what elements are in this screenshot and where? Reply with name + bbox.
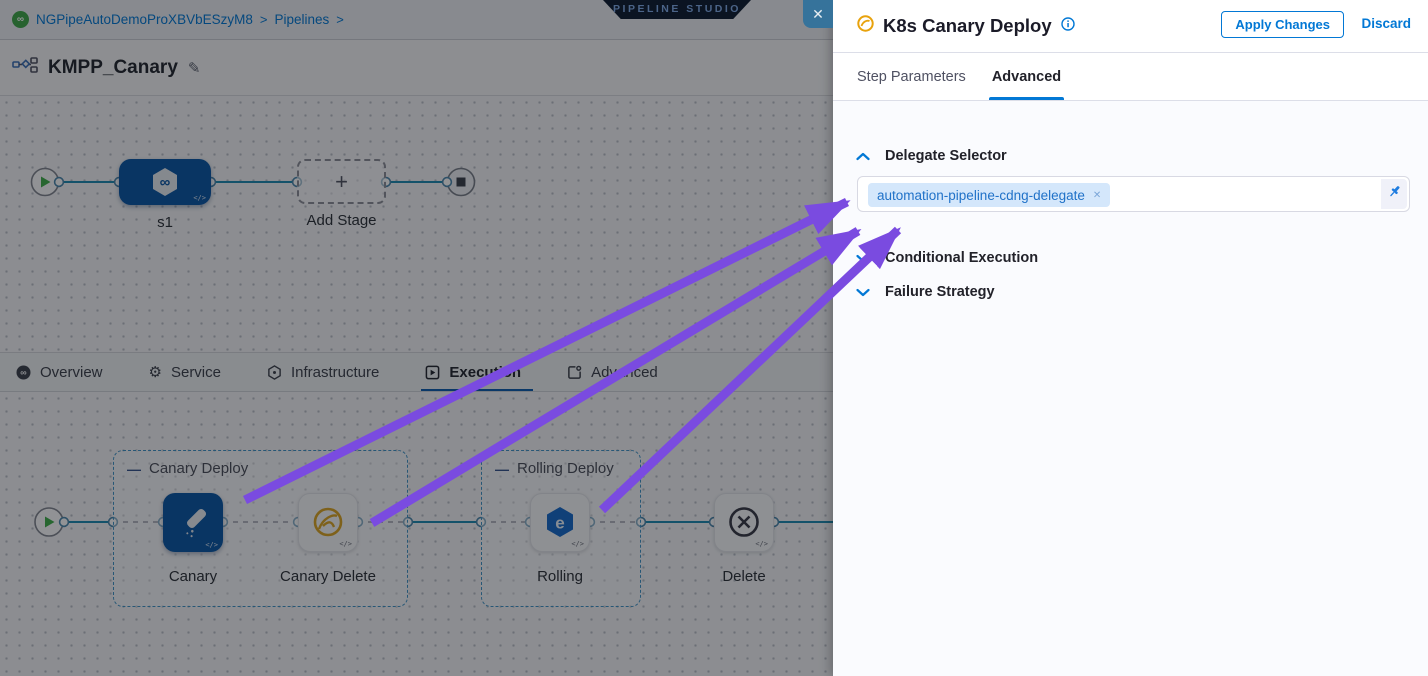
drawer-content: Delegate Selector automation-pipeline-cd… <box>833 101 1428 676</box>
tag-remove-icon[interactable]: ✕ <box>1093 190 1101 201</box>
drawer-header: K8s Canary Deploy Apply Changes Discard <box>833 0 1428 53</box>
discard-button[interactable]: Discard <box>1361 16 1411 31</box>
drawer-tab-bar: Step Parameters Advanced <box>833 53 1428 101</box>
chevron-down-icon[interactable] <box>856 288 870 297</box>
tab-step-parameters[interactable]: Step Parameters <box>857 53 966 100</box>
close-icon: ✕ <box>812 6 824 22</box>
chevron-down-icon[interactable] <box>856 254 870 263</box>
delegate-tag-text: automation-pipeline-cdng-delegate <box>877 188 1085 203</box>
info-icon[interactable] <box>1061 17 1075 36</box>
drawer-title: K8s Canary Deploy <box>883 15 1052 37</box>
section-label: Delegate Selector <box>885 148 1007 164</box>
section-delegate-selector[interactable]: Delegate Selector <box>856 148 1007 164</box>
drawer-close-button[interactable]: ✕ <box>803 0 833 28</box>
apply-changes-button[interactable]: Apply Changes <box>1221 11 1344 38</box>
pin-button[interactable] <box>1381 179 1407 209</box>
tab-advanced[interactable]: Advanced <box>992 53 1061 100</box>
step-config-drawer: K8s Canary Deploy Apply Changes Discard … <box>833 0 1428 676</box>
section-label: Conditional Execution <box>885 250 1038 266</box>
pipeline-studio-app: ∞ NGPipeAutoDemoProXBVbESzyM8 > Pipeline… <box>0 0 1428 676</box>
section-label: Failure Strategy <box>885 284 995 300</box>
pipeline-canvas-panel: ∞ NGPipeAutoDemoProXBVbESzyM8 > Pipeline… <box>0 0 833 676</box>
dim-overlay <box>0 0 833 676</box>
section-failure-strategy[interactable]: Failure Strategy <box>856 284 995 300</box>
delegate-tag[interactable]: automation-pipeline-cdng-delegate ✕ <box>868 183 1110 207</box>
chevron-up-icon[interactable] <box>856 152 870 161</box>
delegate-selector-input[interactable]: automation-pipeline-cdng-delegate ✕ <box>857 176 1410 212</box>
section-conditional-execution[interactable]: Conditional Execution <box>856 250 1038 266</box>
canary-step-icon <box>857 15 874 37</box>
pin-icon <box>1387 184 1402 204</box>
